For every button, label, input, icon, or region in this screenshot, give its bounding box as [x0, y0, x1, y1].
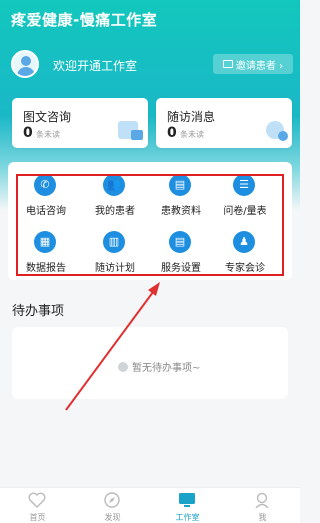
tab-workstation[interactable]: 工作室 [150, 488, 225, 523]
followup-title: 随访消息 [167, 110, 216, 124]
consultation-unit: 条未读 [36, 130, 60, 139]
tab-label: 发现 [104, 513, 121, 522]
avatar-head [21, 56, 31, 66]
compass-icon [104, 492, 120, 508]
invite-icon [222, 60, 233, 68]
tab-me[interactable]: 我 [225, 488, 300, 523]
clock-icon-front [278, 131, 288, 141]
avatar[interactable] [11, 50, 39, 78]
tab-label: 我 [258, 513, 267, 522]
highlight-box [16, 174, 284, 276]
home-heart-icon [28, 492, 46, 508]
consultation-card[interactable]: 图文咨询 0 条未读 [12, 98, 148, 148]
todo-empty-state: 暂无待办事项~ [118, 359, 200, 374]
bottom-tab-bar: 首页 发现 工作室 我 [0, 487, 300, 523]
consultation-title: 图文咨询 [23, 110, 72, 124]
invite-label: 邀请患者 › [235, 60, 284, 72]
welcome-text: 欢迎开通工作室 [53, 59, 138, 73]
chat-icon-front [131, 130, 143, 140]
tab-home[interactable]: 首页 [0, 488, 75, 523]
todo-empty-text: 暂无待办事项~ [132, 363, 201, 374]
invite-patient-button[interactable]: 邀请患者 › [213, 54, 293, 74]
nurse-icon [255, 492, 269, 508]
todo-section-title: 待办事项 [12, 304, 65, 319]
check-icon [118, 361, 128, 372]
tab-label: 首页 [29, 513, 46, 522]
consultation-count: 0 [23, 125, 33, 141]
followup-card[interactable]: 随访消息 0 条未读 [156, 98, 292, 148]
app-title: 疼爱健康-慢痛工作室 [11, 11, 158, 29]
tab-label: 工作室 [175, 513, 200, 522]
workstation-icon [179, 493, 195, 507]
followup-count: 0 [167, 125, 177, 141]
arrow-head [148, 282, 160, 296]
followup-unit: 条未读 [180, 130, 204, 139]
tab-discover[interactable]: 发现 [75, 488, 150, 523]
